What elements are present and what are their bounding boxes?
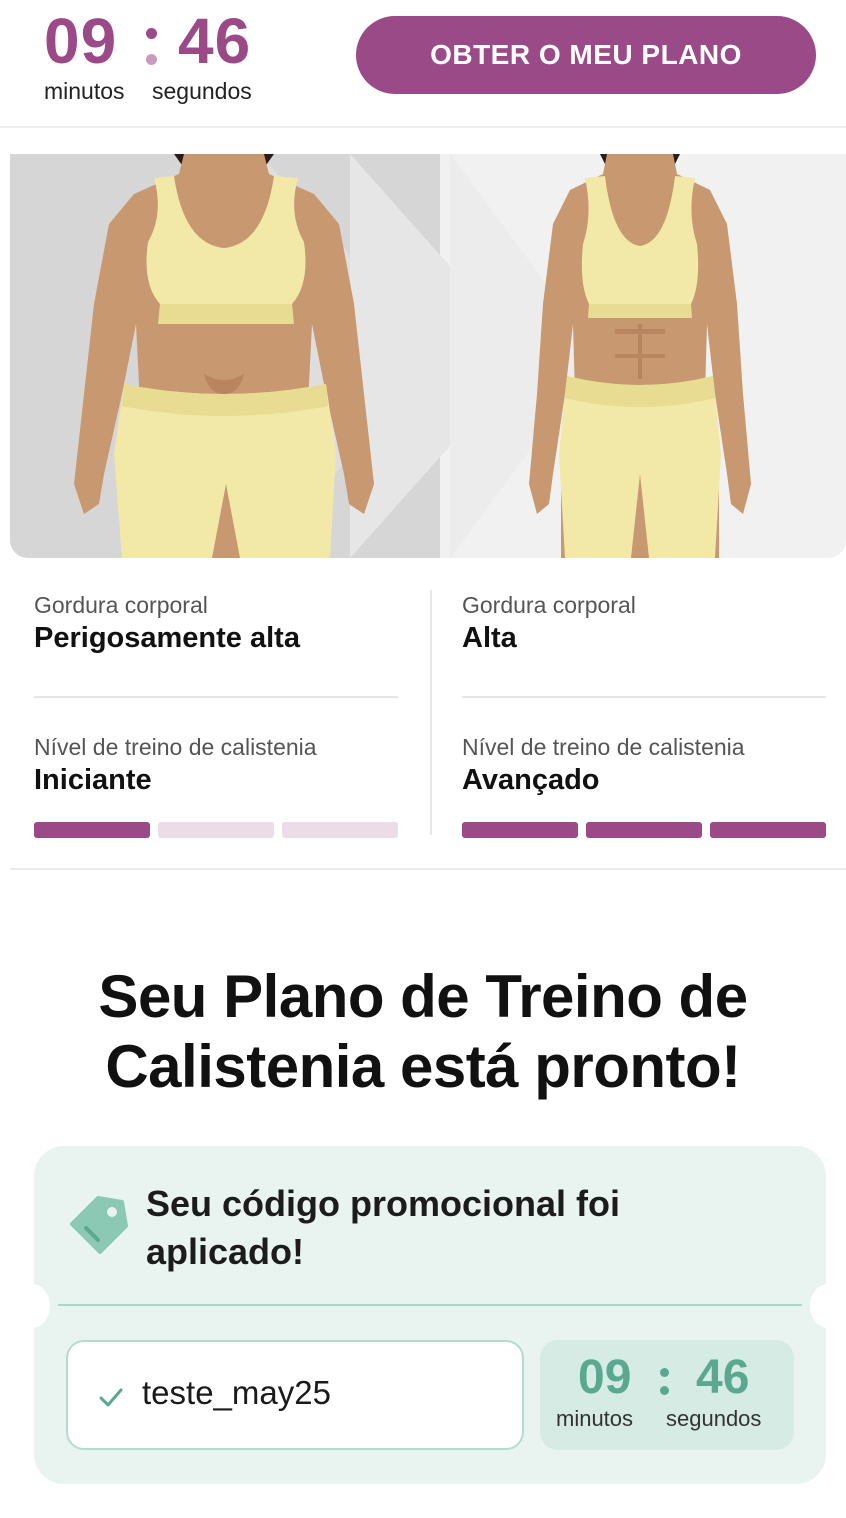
training-level-label: Nível de treino de calistenia: [34, 734, 317, 760]
stat-divider: [34, 696, 398, 698]
training-level-value: Avançado: [462, 764, 600, 796]
before-after-image: [10, 154, 846, 558]
ticket-notch: [810, 1284, 846, 1328]
promo-timer-seconds: 46: [696, 1351, 750, 1404]
promo-code-field[interactable]: teste_may25: [66, 1340, 524, 1450]
promo-countdown-timer: 09 46 minutos segundos: [540, 1340, 794, 1450]
countdown-timer: 09 46 minutos segundos: [44, 6, 274, 106]
promo-message-line-1: Seu código promocional foi: [146, 1183, 621, 1224]
title-line-2: Calistenia está pronto!: [105, 1033, 741, 1100]
body-fat-label: Gordura corporal: [462, 592, 636, 618]
ticket-notch: [14, 1284, 50, 1328]
check-icon: [99, 1388, 123, 1407]
after-stats: Gordura corporal Alta Nível de treino de…: [462, 590, 826, 838]
before-body-figure: [74, 154, 374, 558]
timer-seconds: 46: [178, 5, 252, 77]
promo-timer-colon: [658, 1366, 670, 1396]
training-level-bars: [34, 822, 398, 838]
timer-minutes-label: minutos: [44, 78, 125, 104]
promo-timer-minutes-label: minutos: [556, 1406, 634, 1431]
tag-icon: [70, 1196, 128, 1254]
stat-divider: [462, 696, 826, 698]
promo-code-value: teste_may25: [142, 1374, 331, 1411]
body-fat-label: Gordura corporal: [34, 592, 208, 618]
level-bar-segment: [462, 822, 578, 838]
training-level-value: Iniciante: [34, 764, 152, 796]
promo-message-line-2: aplicado!: [146, 1231, 305, 1272]
level-bar-segment: [282, 822, 398, 838]
comparison-stats: Gordura corporal Perigosamente alta Níve…: [10, 558, 846, 870]
page-title: Seu Plano de Treino de Calistenia está p…: [40, 962, 806, 1102]
training-level-bars: [462, 822, 826, 838]
title-line-1: Seu Plano de Treino de: [98, 963, 748, 1030]
page: 09 46 minutos segundos OBTER O MEU PLANO: [0, 0, 846, 1518]
promo-code-card: Seu código promocional foi aplicado! tes…: [14, 1146, 846, 1484]
promo-applied-message: Seu código promocional foi aplicado!: [146, 1180, 746, 1276]
level-bar-segment: [158, 822, 274, 838]
promo-divider: [58, 1304, 802, 1306]
before-stats: Gordura corporal Perigosamente alta Níve…: [34, 590, 398, 838]
promo-timer-minutes: 09: [578, 1351, 632, 1404]
timer-seconds-label: segundos: [152, 78, 252, 104]
level-bar-segment: [710, 822, 826, 838]
get-plan-button[interactable]: OBTER O MEU PLANO: [356, 16, 816, 94]
training-level-label: Nível de treino de calistenia: [462, 734, 745, 760]
level-bar-segment: [586, 822, 702, 838]
column-divider: [430, 590, 432, 835]
promo-timer-seconds-label: segundos: [666, 1406, 762, 1431]
body-fat-value: Perigosamente alta: [34, 622, 300, 654]
after-body-figure: [529, 154, 751, 558]
timer-colon: [144, 22, 158, 70]
body-fat-value: Alta: [462, 622, 517, 654]
level-bar-segment: [34, 822, 150, 838]
sticky-header: 09 46 minutos segundos OBTER O MEU PLANO: [0, 0, 846, 128]
timer-minutes: 09: [44, 5, 118, 77]
